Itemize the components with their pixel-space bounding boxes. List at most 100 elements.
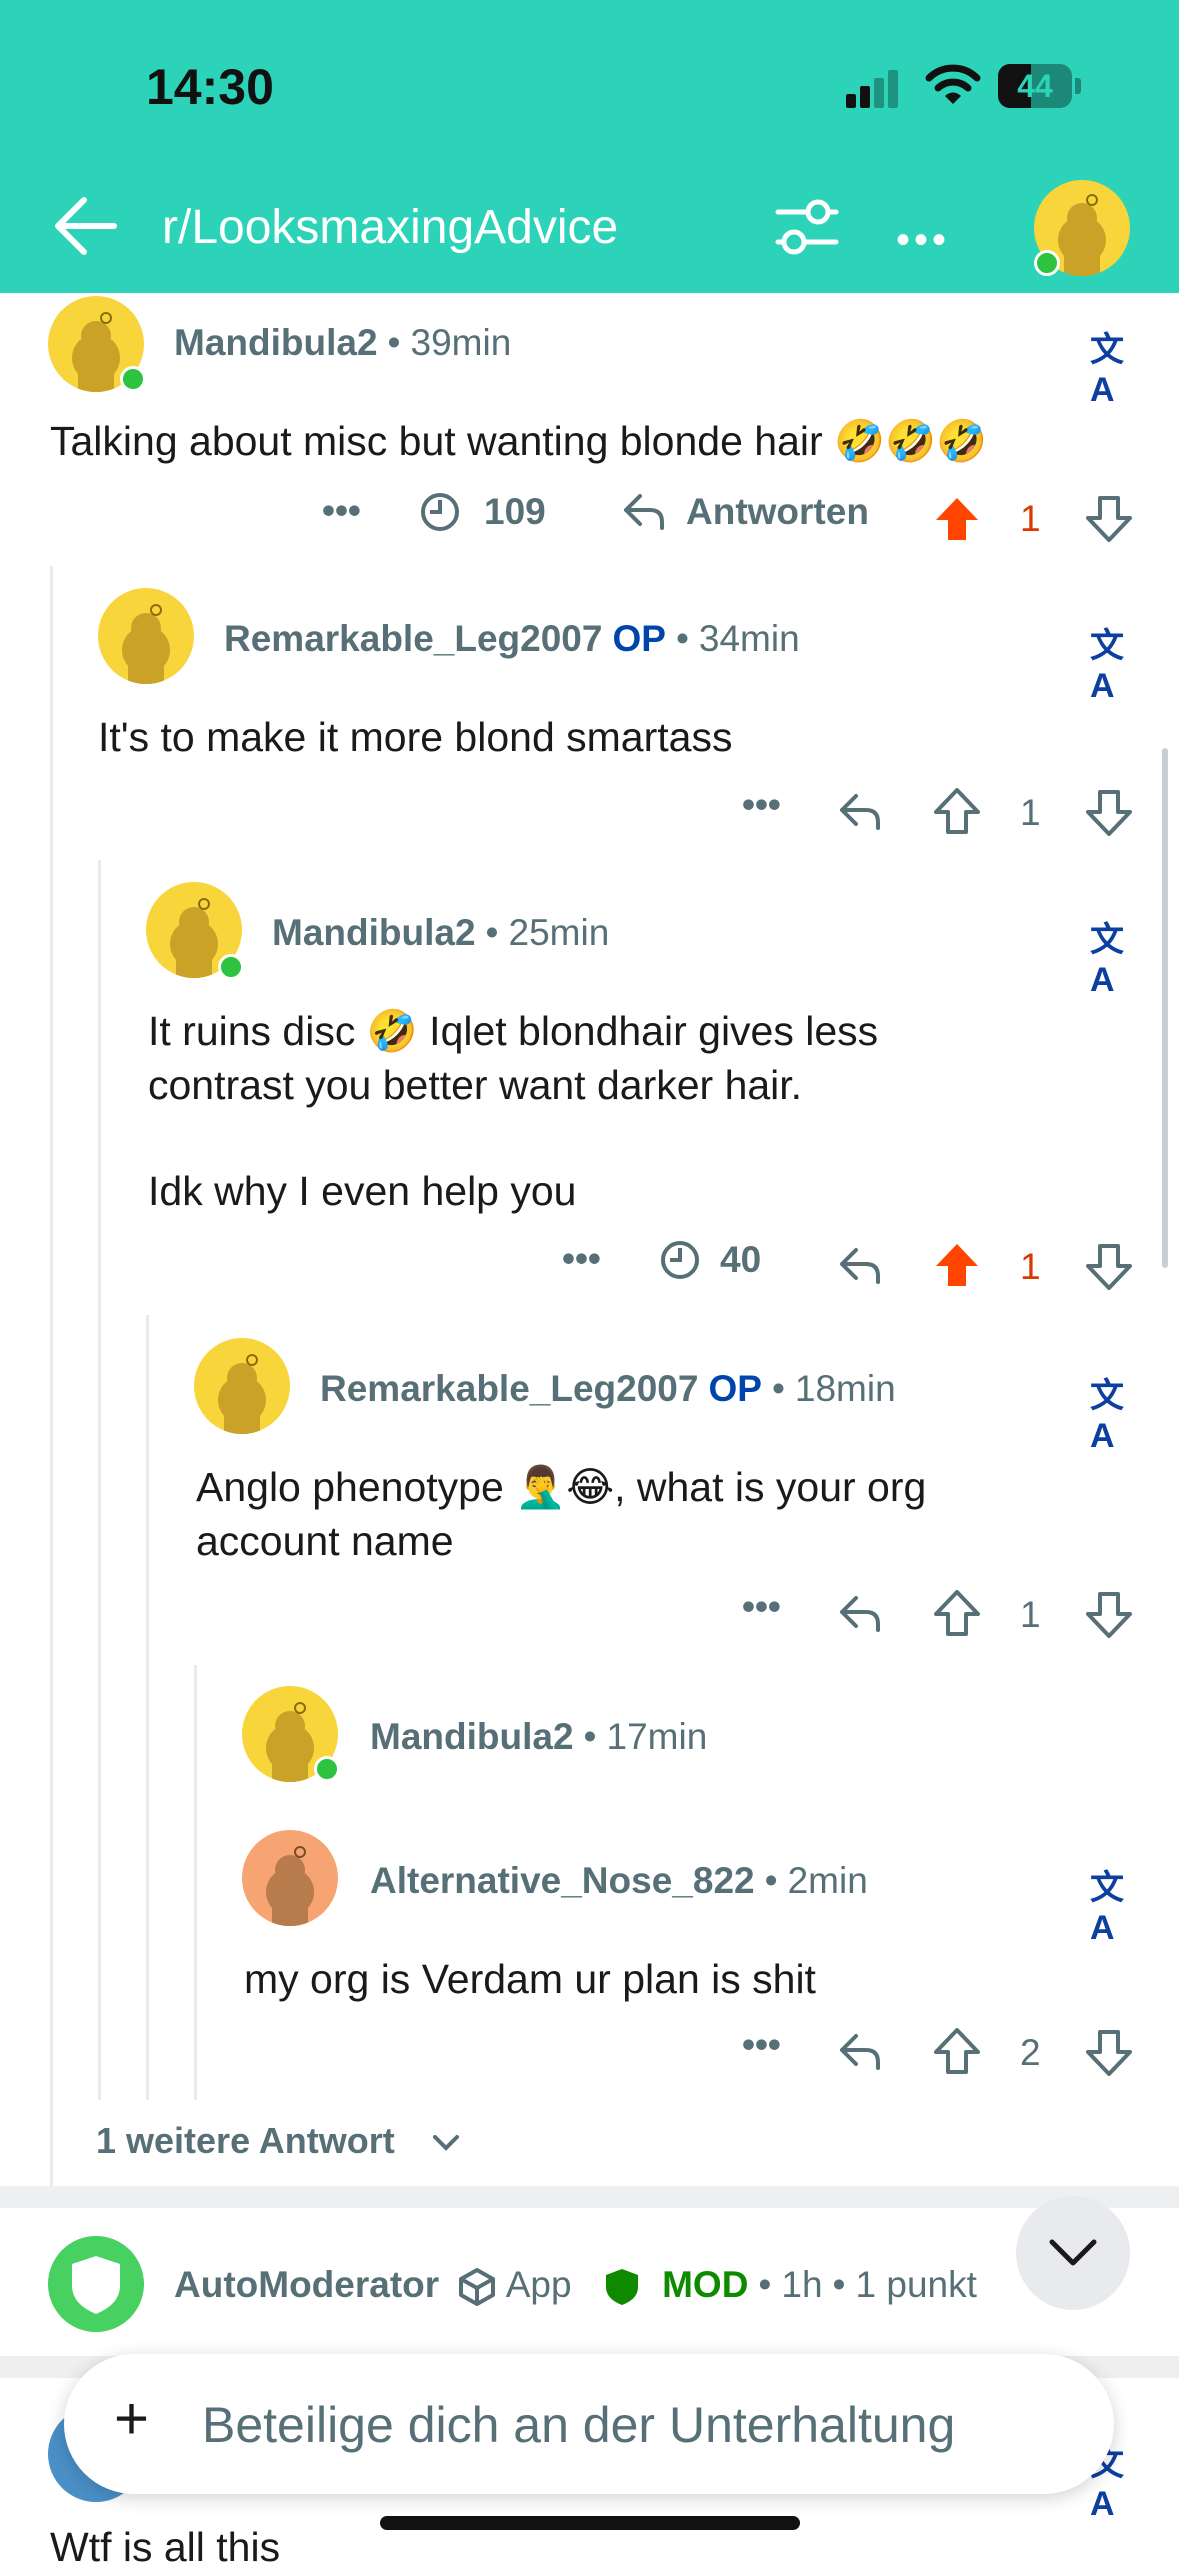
timestamp: 34min: [698, 618, 800, 659]
separator-dot: •: [675, 618, 689, 659]
online-status-dot: [120, 366, 146, 392]
op-badge: OP: [612, 618, 666, 659]
separator-dot: •: [583, 1716, 597, 1757]
reply-icon[interactable]: [836, 1244, 884, 1288]
cellular-signal-icon: [846, 68, 902, 108]
app-cube-icon: [459, 2268, 496, 2307]
username[interactable]: AutoModerator: [174, 2264, 439, 2305]
reply-label: Antworten: [686, 491, 869, 532]
vote-count: 1: [1020, 792, 1041, 833]
subreddit-title[interactable]: r/LooksmaxingAdvice: [162, 200, 618, 255]
comment-body-line: contrast you better want darker hair.: [148, 1062, 803, 1108]
upvote-icon[interactable]: [934, 788, 980, 834]
comment-body: Talking about misc but wanting blonde ha…: [50, 418, 988, 464]
online-status-dot: [314, 1756, 340, 1782]
battery-tip: [1075, 78, 1081, 94]
comment-composer[interactable]: + Beteilige dich an der Unterhaltung: [64, 2354, 1114, 2494]
home-indicator[interactable]: [380, 2516, 800, 2530]
awards-button[interactable]: 109: [418, 490, 546, 534]
translate-icon[interactable]: 文A: [1090, 1368, 1130, 1455]
comment-actions: ••• 2: [0, 2024, 1179, 2084]
more-options-icon[interactable]: •••: [322, 490, 361, 532]
username[interactable]: Alternative_Nose_822: [370, 1860, 755, 1901]
wifi-icon: [925, 64, 981, 104]
sort-filter-icon[interactable]: [772, 196, 842, 260]
timestamp: 17min: [606, 1716, 708, 1757]
comment-body-line: Idk why I even help you: [148, 1168, 577, 1214]
comment-body: Wtf is all this: [50, 2524, 281, 2570]
comment-actions: ••• 1: [0, 1586, 1179, 1646]
username[interactable]: Remarkable_Leg2007: [224, 618, 602, 659]
avatar[interactable]: [242, 1830, 338, 1926]
scroll-down-button[interactable]: [1016, 2196, 1130, 2310]
username[interactable]: Mandibula2: [370, 1716, 574, 1757]
more-options-icon[interactable]: •••: [742, 2024, 781, 2066]
op-badge: OP: [708, 1368, 762, 1409]
comment-actions: ••• 109 Antworten 1: [0, 490, 1179, 550]
avatar[interactable]: [194, 1338, 290, 1434]
more-options-icon[interactable]: •••: [562, 1238, 601, 1280]
clock-icon: [421, 493, 459, 531]
downvote-icon[interactable]: [1086, 1244, 1132, 1290]
back-arrow-icon[interactable]: [50, 194, 120, 258]
separator-dot: •: [387, 322, 401, 363]
vote-count: 2: [1020, 2032, 1041, 2073]
chevron-down-icon: [432, 2135, 459, 2152]
translate-icon[interactable]: 文A: [1090, 1860, 1130, 1947]
app-header: 14:30 44 r/LooksmaxingAdvice •••: [0, 0, 1179, 293]
username[interactable]: Remarkable_Leg2007: [320, 1368, 698, 1409]
vote-count: 1: [1020, 1246, 1041, 1287]
upvote-active-icon[interactable]: [934, 496, 980, 542]
thread-line: [98, 860, 101, 2100]
comment-meta: Mandibula2 • 17min: [370, 1716, 707, 1758]
more-replies-link[interactable]: 1 weitere Antwort: [96, 2120, 461, 2162]
clock-icon: [661, 1241, 699, 1279]
translate-icon[interactable]: 文A: [1090, 322, 1130, 409]
app-badge: App: [505, 2264, 572, 2305]
more-options-icon[interactable]: •••: [742, 784, 781, 826]
reply-icon: [624, 494, 664, 530]
reply-button[interactable]: Antworten: [620, 490, 869, 534]
awards-button[interactable]: 40: [658, 1238, 761, 1282]
downvote-icon[interactable]: [1086, 496, 1132, 542]
automod-avatar[interactable]: [48, 2236, 144, 2332]
separator-dot: •: [832, 2264, 846, 2305]
timestamp: 1h: [781, 2264, 823, 2305]
upvote-active-icon[interactable]: [934, 1242, 980, 1288]
downvote-icon[interactable]: [1086, 1592, 1132, 1638]
translate-icon[interactable]: 文A: [1090, 618, 1130, 705]
upvote-icon[interactable]: [934, 1590, 980, 1636]
avatar[interactable]: [98, 588, 194, 684]
reply-icon[interactable]: [836, 1592, 884, 1636]
comment-meta: Remarkable_Leg2007 OP • 34min: [224, 618, 800, 660]
username[interactable]: Mandibula2: [272, 912, 476, 953]
shield-icon: [72, 2256, 120, 2314]
mod-shield-icon: [605, 2269, 638, 2306]
upvote-icon[interactable]: [934, 2028, 980, 2074]
comment-body-line: Anglo phenotype 🤦‍♂️😂, what is your org: [196, 1464, 927, 1510]
vote-count: 1: [1020, 1594, 1041, 1635]
reply-icon[interactable]: [836, 790, 884, 834]
comment-meta: Mandibula2 • 39min: [174, 322, 511, 364]
comment-meta: Mandibula2 • 25min: [272, 912, 609, 954]
translate-icon[interactable]: 文A: [1090, 912, 1130, 999]
scrollbar[interactable]: [1162, 748, 1168, 1268]
battery-icon: 44: [998, 64, 1072, 108]
username[interactable]: Mandibula2: [174, 322, 378, 363]
more-options-icon[interactable]: •••: [742, 1586, 781, 1628]
more-options-icon[interactable]: •••: [896, 218, 950, 263]
comment-meta: Alternative_Nose_822 • 2min: [370, 1860, 868, 1902]
reply-icon[interactable]: [836, 2030, 884, 2074]
downvote-icon[interactable]: [1086, 2030, 1132, 2076]
battery-level: 44: [1017, 68, 1053, 104]
composer-placeholder[interactable]: Beteilige dich an der Unterhaltung: [202, 2396, 955, 2454]
comment-body: my org is Verdam ur plan is shit: [244, 1956, 816, 2002]
vote-count: 1: [1020, 498, 1041, 539]
comment-actions: ••• 40 1: [0, 1238, 1179, 1298]
plus-icon[interactable]: +: [114, 2384, 149, 2453]
online-status-dot: [1034, 250, 1060, 276]
comment-actions: ••• 1: [0, 784, 1179, 844]
downvote-icon[interactable]: [1086, 790, 1132, 836]
timestamp: 18min: [794, 1368, 896, 1409]
timestamp: 39min: [410, 322, 512, 363]
